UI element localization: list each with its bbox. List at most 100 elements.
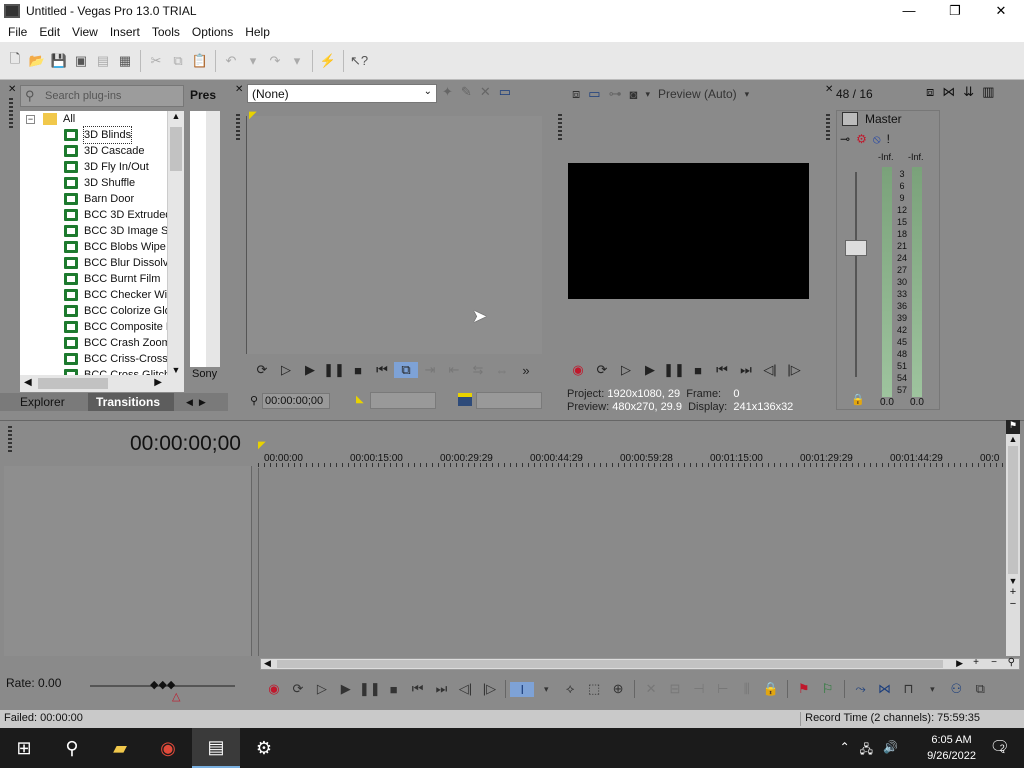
- master-fader-knob[interactable]: [845, 240, 867, 256]
- tree-horizontal-scrollbar[interactable]: ◀ ▶: [20, 375, 184, 392]
- remove-icon[interactable]: ✕: [480, 84, 491, 100]
- properties-icon[interactable]: ▦: [114, 50, 136, 72]
- selection-length-field[interactable]: [370, 392, 436, 409]
- next-frame-icon[interactable]: |▷: [477, 681, 501, 697]
- snapping-dropdown-icon[interactable]: ▾: [920, 684, 944, 695]
- trim-end-icon[interactable]: ⊢: [711, 681, 735, 697]
- list-item[interactable]: 3D Blinds: [20, 127, 184, 143]
- trimmer-pin-icon[interactable]: ⚲: [250, 394, 258, 407]
- zoom-in-icon[interactable]: +: [1006, 586, 1020, 598]
- notification-center-icon[interactable]: 🗨2: [990, 737, 1010, 757]
- chevron-up-icon[interactable]: ⌃: [840, 740, 850, 761]
- selection-tool-icon[interactable]: ⬚: [582, 681, 606, 697]
- menu-tools[interactable]: Tools: [146, 25, 186, 39]
- external-monitor-icon[interactable]: ▭: [588, 86, 600, 102]
- list-item[interactable]: BCC Colorize Glow: [20, 303, 184, 319]
- list-item[interactable]: BCC 3D Extruded: [20, 207, 184, 223]
- list-item[interactable]: BCC Burnt Film: [20, 271, 184, 287]
- menu-view[interactable]: View: [66, 25, 104, 39]
- trimmer-area[interactable]: ◤: [246, 116, 542, 354]
- pause-icon[interactable]: ❚❚: [662, 362, 686, 378]
- open-folder-icon[interactable]: 📂: [26, 50, 48, 72]
- snapping-icon[interactable]: ⊓: [896, 681, 920, 697]
- search-plugins-input[interactable]: ⚲ Search plug-ins: [20, 85, 184, 107]
- redo-dropdown-icon[interactable]: ▾: [286, 50, 308, 72]
- trimmer-timecode[interactable]: 00:00:00;00: [262, 393, 330, 409]
- maximize-button[interactable]: ❐: [932, 0, 978, 22]
- solo-icon[interactable]: !: [887, 132, 890, 147]
- play-from-start-icon[interactable]: ▷: [274, 362, 298, 378]
- stop-icon[interactable]: ■: [686, 363, 710, 378]
- preview-grip[interactable]: [558, 114, 562, 142]
- scroll-thumb[interactable]: [170, 127, 182, 171]
- menu-insert[interactable]: Insert: [104, 25, 146, 39]
- chrome-button[interactable]: ◉: [144, 728, 192, 768]
- settings-button[interactable]: ⚙: [240, 728, 288, 768]
- tab-scroll-right-icon[interactable]: ▶: [199, 397, 206, 408]
- list-item[interactable]: BCC Cross Glitch: [20, 367, 184, 375]
- menu-help[interactable]: Help: [239, 25, 276, 39]
- volume-icon[interactable]: 🔊: [883, 740, 898, 761]
- menu-edit[interactable]: Edit: [33, 25, 66, 39]
- file-explorer-button[interactable]: ▰: [96, 728, 144, 768]
- trimmer-media-select[interactable]: (None) ⌄: [247, 84, 437, 103]
- zoom-in-icon[interactable]: +: [973, 657, 979, 668]
- redo-icon[interactable]: ↷: [264, 50, 286, 72]
- master-fx-icon[interactable]: [842, 112, 858, 126]
- search-button[interactable]: ⚲: [48, 728, 96, 768]
- tree-root-all[interactable]: − All: [20, 111, 184, 127]
- split-screen-icon[interactable]: ⊶: [609, 86, 622, 102]
- zoom-out-icon[interactable]: −: [1006, 598, 1020, 610]
- go-to-start-icon[interactable]: ⏮: [406, 681, 430, 697]
- tree-vertical-scrollbar[interactable]: ▲ ▼: [167, 111, 184, 375]
- previous-frame-icon[interactable]: ◁|: [454, 681, 478, 697]
- presets-scrollbar[interactable]: [206, 111, 220, 367]
- list-item[interactable]: BCC Blur Dissolve: [20, 255, 184, 271]
- lock-icon[interactable]: 🔒: [759, 681, 783, 697]
- pause-icon[interactable]: ❚❚: [358, 681, 382, 697]
- fx-gear-icon[interactable]: ⚙: [856, 132, 867, 147]
- scroll-thumb[interactable]: [1008, 446, 1018, 574]
- network-icon[interactable]: 🖧: [860, 740, 873, 761]
- timeline-grip[interactable]: [8, 426, 12, 454]
- trim-icon[interactable]: ⊟: [663, 681, 687, 697]
- overlays-dropdown-icon[interactable]: ▾: [645, 89, 650, 100]
- hscroll-thumb[interactable]: [277, 660, 943, 668]
- start-button[interactable]: ⊞: [0, 728, 48, 768]
- enable-snapping-icon[interactable]: ⚡: [317, 50, 339, 72]
- undo-dropdown-icon[interactable]: ▾: [242, 50, 264, 72]
- overwrite-icon[interactable]: ⇆: [466, 362, 490, 378]
- fill-icon[interactable]: ⇔: [490, 363, 514, 378]
- panel-grip[interactable]: [9, 98, 13, 128]
- minimize-button[interactable]: —: [886, 0, 932, 22]
- paste-icon[interactable]: 📋: [189, 50, 211, 72]
- stop-icon[interactable]: ■: [382, 682, 406, 697]
- channels-icon[interactable]: ⇊: [963, 84, 974, 100]
- menu-options[interactable]: Options: [186, 25, 239, 39]
- pause-icon[interactable]: ❚❚: [322, 362, 346, 378]
- zoom-out-icon[interactable]: −: [991, 657, 997, 668]
- delete-icon[interactable]: ✕: [639, 681, 663, 697]
- mute-icon[interactable]: ⦸: [873, 132, 881, 147]
- scroll-left-icon[interactable]: ◀: [24, 377, 32, 388]
- loop-icon[interactable]: ⟳: [286, 681, 310, 697]
- scroll-down-icon[interactable]: ▼: [1006, 576, 1020, 586]
- go-to-end-icon[interactable]: ⏭: [430, 681, 454, 697]
- scroll-up-icon[interactable]: ▲: [1006, 434, 1020, 444]
- collapse-icon[interactable]: −: [26, 115, 35, 124]
- go-to-start-icon[interactable]: ⏮: [370, 362, 394, 378]
- record-icon[interactable]: ◉: [566, 362, 590, 378]
- list-item[interactable]: BCC Blobs Wipe: [20, 239, 184, 255]
- timeline-vertical-scrollbar[interactable]: ⚑ ▲ ▼ + −: [1006, 420, 1020, 656]
- overlays-icon[interactable]: ◙: [630, 87, 638, 102]
- show-video-icon[interactable]: ▭: [499, 84, 511, 100]
- scroll-up-icon[interactable]: ▲: [168, 111, 184, 125]
- list-item[interactable]: BCC Crash Zoom D: [20, 335, 184, 351]
- lock-envelopes-icon[interactable]: ⚇: [944, 681, 968, 697]
- selection-end-field[interactable]: [476, 392, 542, 409]
- list-item[interactable]: Barn Door: [20, 191, 184, 207]
- tab-explorer[interactable]: Explorer: [0, 395, 88, 409]
- trim-start-icon[interactable]: ⊣: [687, 681, 711, 697]
- list-item[interactable]: BCC Criss-Cross W: [20, 351, 184, 367]
- list-item[interactable]: BCC Composite Di: [20, 319, 184, 335]
